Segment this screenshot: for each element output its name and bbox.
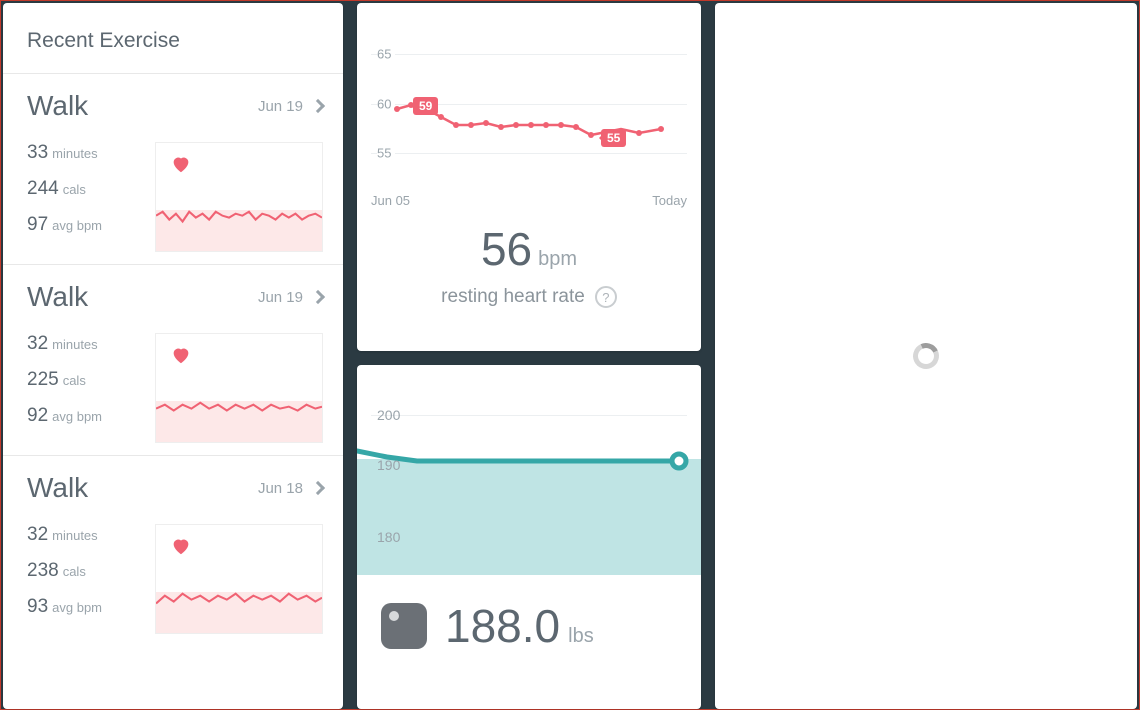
exercise-date-text: Jun 19	[258, 98, 303, 115]
y-tick: 190	[377, 457, 400, 473]
minutes-value: 32	[27, 333, 48, 354]
cals-value: 238	[27, 560, 59, 581]
cals-unit: cals	[63, 564, 86, 579]
cals-value: 225	[27, 369, 59, 390]
exercise-date-text: Jun 19	[258, 289, 303, 306]
chevron-right-icon	[311, 290, 325, 304]
minutes-unit: minutes	[52, 337, 98, 352]
exercise-type: Walk	[27, 472, 88, 504]
exercise-item: Walk Jun 18 32 minutes 238 cals 93 avg bpm	[3, 455, 343, 646]
exercise-date: Jun 18	[258, 480, 323, 497]
recent-exercise-title: Recent Exercise	[3, 3, 343, 73]
scale-icon	[381, 603, 427, 649]
exercise-date: Jun 19	[258, 98, 323, 115]
spinner-icon	[909, 339, 942, 372]
weight-card: 200 190 180 188.0 lbs	[357, 365, 701, 709]
cals-unit: cals	[63, 373, 86, 388]
help-icon[interactable]: ?	[595, 286, 617, 308]
heart-rate-subtitle: resting heart rate	[441, 286, 585, 308]
heart-rate-callout-start: 59	[413, 97, 438, 115]
minutes-value: 32	[27, 524, 48, 545]
exercise-thumbnail[interactable]	[155, 142, 323, 252]
heart-rate-unit: bpm	[538, 248, 577, 270]
exercise-thumbnail[interactable]	[155, 524, 323, 634]
exercise-type: Walk	[27, 281, 88, 313]
bpm-value: 92	[27, 405, 48, 426]
exercise-item-header[interactable]: Walk Jun 19	[27, 90, 323, 122]
exercise-date-text: Jun 18	[258, 480, 303, 497]
exercise-item-header[interactable]: Walk Jun 19	[27, 281, 323, 313]
exercise-thumbnail[interactable]	[155, 333, 323, 443]
x-axis-start: Jun 05	[371, 193, 410, 208]
exercise-type: Walk	[27, 90, 88, 122]
exercise-date: Jun 19	[258, 289, 323, 306]
minutes-unit: minutes	[52, 146, 98, 161]
weight-chart[interactable]: 200 190 180	[357, 385, 701, 575]
cals-value: 244	[27, 178, 59, 199]
bpm-unit: avg bpm	[52, 218, 102, 233]
bpm-value: 93	[27, 596, 48, 617]
heart-rate-callout-end: 55	[601, 129, 626, 147]
y-tick: 200	[377, 407, 400, 423]
heart-rate-value: 56	[481, 223, 532, 275]
y-tick: 180	[377, 529, 400, 545]
exercise-item: Walk Jun 19 33 minutes 244 cals 97 avg bpm	[3, 73, 343, 264]
x-axis-end: Today	[652, 193, 687, 208]
heart-rate-chart[interactable]: 65 60 55 59 55	[371, 17, 687, 187]
exercise-item-header[interactable]: Walk Jun 18	[27, 472, 323, 504]
minutes-unit: minutes	[52, 528, 98, 543]
exercise-item: Walk Jun 19 32 minutes 225 cals 92 avg bpm	[3, 264, 343, 455]
cals-unit: cals	[63, 182, 86, 197]
bpm-unit: avg bpm	[52, 600, 102, 615]
bpm-value: 97	[27, 214, 48, 235]
chevron-right-icon	[311, 99, 325, 113]
weight-value: 188.0	[445, 600, 560, 652]
minutes-value: 33	[27, 142, 48, 163]
bpm-unit: avg bpm	[52, 409, 102, 424]
loading-card	[715, 3, 1137, 709]
chevron-right-icon	[311, 481, 325, 495]
weight-unit: lbs	[568, 625, 594, 647]
recent-exercise-card: Recent Exercise Walk Jun 19 33 minutes 24…	[3, 3, 343, 709]
resting-heart-rate-card: 65 60 55 59 55 Jun 05 Today	[357, 3, 701, 351]
